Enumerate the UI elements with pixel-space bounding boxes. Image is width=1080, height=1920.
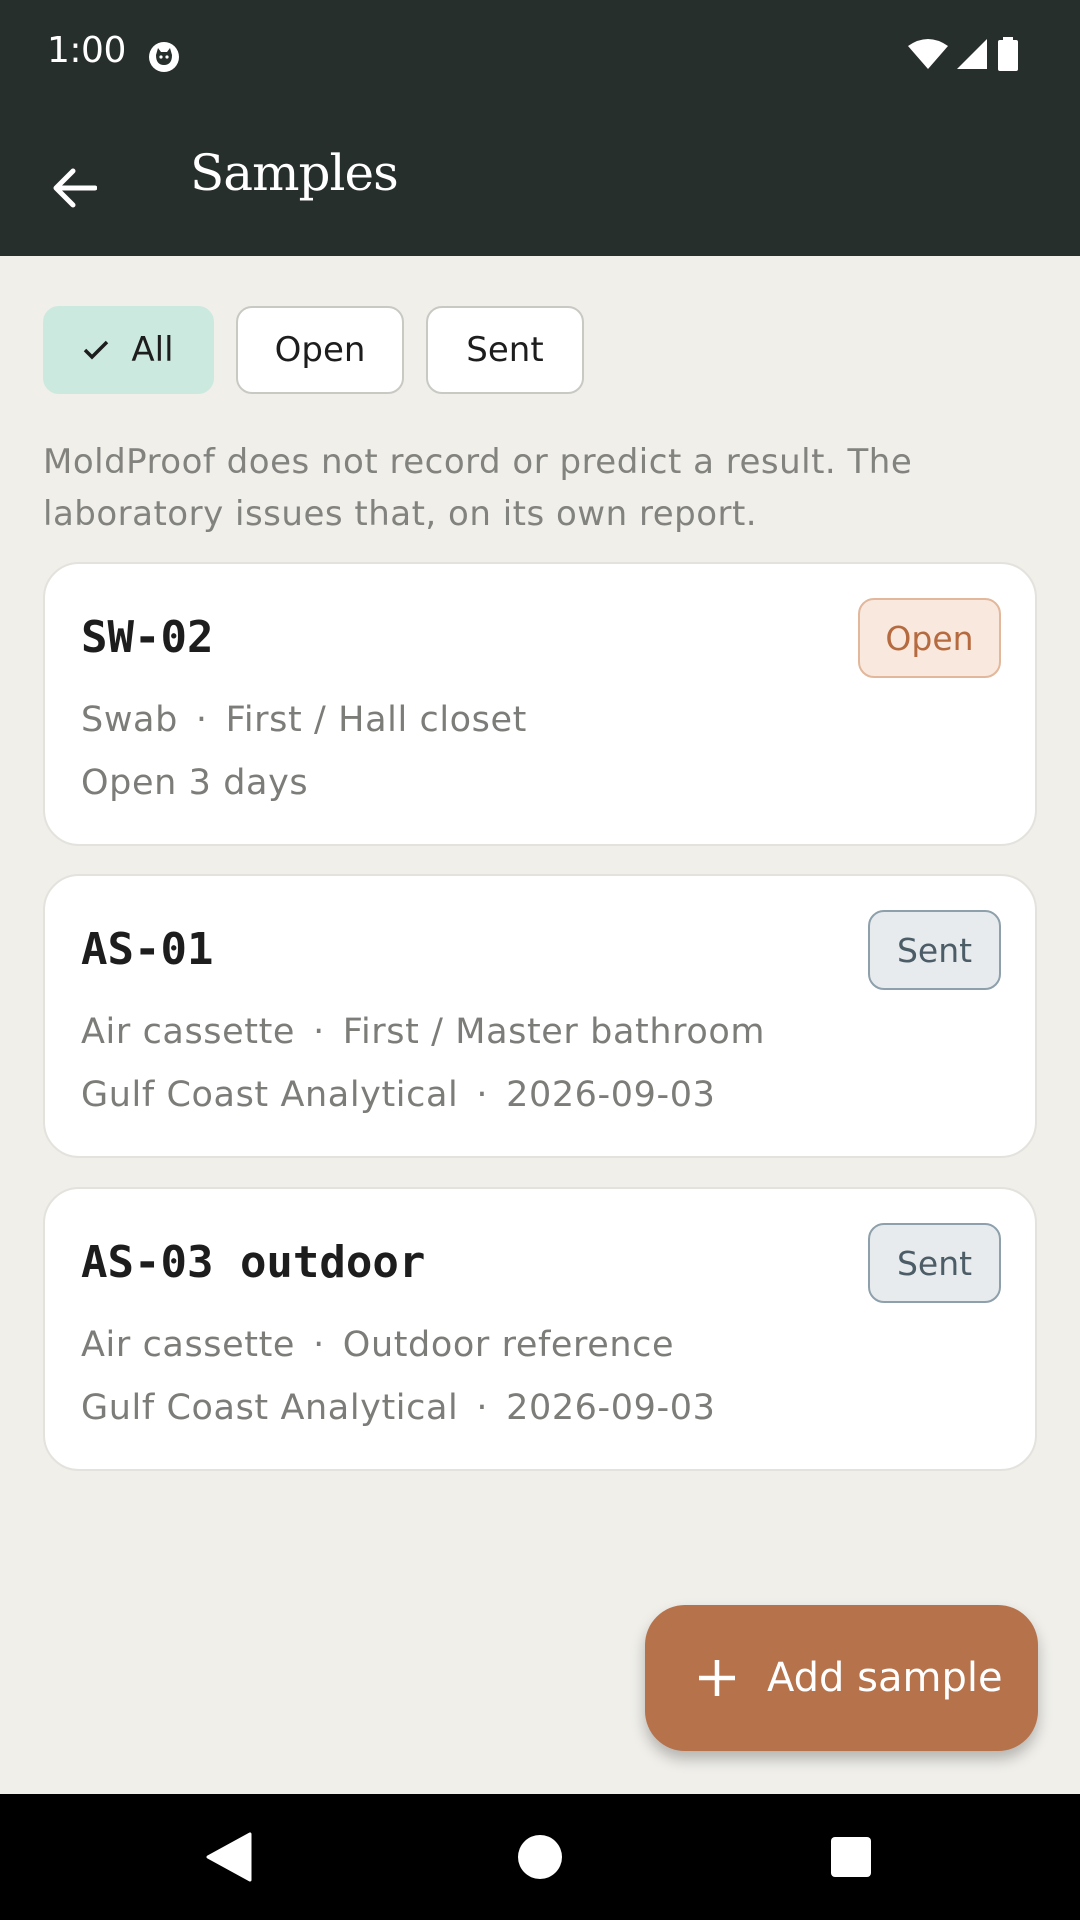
add-sample-button[interactable]: Add sample (645, 1605, 1038, 1751)
sample-card[interactable]: AS-03 outdoor Sent Air cassette · Outdoor … (43, 1187, 1037, 1471)
sample-type-location: Air cassette · Outdoor reference (81, 1325, 674, 1365)
cellular-signal-icon (957, 39, 987, 69)
sample-date: 2026-09-03 (506, 1075, 716, 1115)
nav-recents-button[interactable] (818, 1824, 884, 1890)
app-bar: Samples (0, 110, 1080, 256)
status-badge: Sent (868, 1223, 1001, 1303)
circle-home-icon (518, 1835, 562, 1879)
sample-type-location: Swab · First / Hall closet (81, 700, 527, 740)
page-title: Samples (190, 144, 399, 202)
separator-dot: · (476, 1388, 489, 1428)
disclaimer-text: MoldProof does not record or predict a r… (43, 442, 913, 534)
sample-type-location: Air cassette · First / Master bathroom (81, 1012, 765, 1052)
sample-type: Swab (81, 700, 178, 740)
sample-location: First / Hall closet (225, 700, 527, 740)
separator-dot: · (476, 1075, 489, 1115)
status-icons (908, 36, 1020, 72)
status-bar: 1:00 (0, 0, 1080, 110)
back-button[interactable] (38, 152, 110, 224)
filter-chip-sent[interactable]: Sent (426, 306, 584, 394)
sample-id: AS-03 outdoor (81, 1237, 426, 1288)
status-badge: Open (858, 598, 1001, 678)
status-badge: Sent (868, 910, 1001, 990)
system-nav-bar (0, 1794, 1080, 1920)
sample-lab: Gulf Coast Analytical (81, 1388, 459, 1428)
sample-card[interactable]: AS-01 Sent Air cassette · First / Master b… (43, 874, 1037, 1158)
sample-lab-date: Gulf Coast Analytical · 2026-09-03 (81, 1075, 715, 1115)
square-recents-icon (831, 1837, 871, 1877)
filter-chip-open[interactable]: Open (236, 306, 404, 394)
filter-chip-label: All (131, 330, 174, 370)
sample-type: Air cassette (81, 1325, 296, 1365)
status-time: 1:00 (47, 30, 126, 71)
app-notification-icon (149, 42, 179, 72)
add-sample-label: Add sample (767, 1655, 1003, 1701)
arrow-back-icon (53, 168, 97, 208)
filter-chip-label: Sent (466, 330, 544, 370)
filter-chips: All Open Sent (43, 306, 584, 394)
triangle-back-icon (206, 1832, 252, 1882)
nav-back-button[interactable] (196, 1824, 262, 1890)
filter-chip-label: Open (274, 330, 366, 370)
wifi-icon (908, 39, 948, 69)
battery-icon (998, 37, 1018, 71)
nav-home-button[interactable] (507, 1824, 573, 1890)
check-icon (84, 340, 109, 360)
plus-icon (699, 1660, 735, 1696)
sample-date: 2026-09-03 (506, 1388, 716, 1428)
sample-lab-date: Gulf Coast Analytical · 2026-09-03 (81, 1388, 715, 1428)
filter-chip-all[interactable]: All (43, 306, 214, 394)
sample-id: SW-02 (81, 612, 214, 663)
separator-dot: · (195, 700, 208, 740)
separator-dot: · (313, 1012, 325, 1052)
sample-type: Air cassette (81, 1012, 296, 1052)
sample-detail: Open 3 days (81, 763, 309, 803)
sample-location: Outdoor reference (342, 1325, 675, 1365)
sample-id: AS-01 (81, 924, 214, 975)
sample-location: First / Master bathroom (342, 1012, 766, 1052)
separator-dot: · (313, 1325, 325, 1365)
sample-card[interactable]: SW-02 Open Swab · First / Hall closet Open… (43, 562, 1037, 846)
sample-lab: Gulf Coast Analytical (81, 1075, 459, 1115)
